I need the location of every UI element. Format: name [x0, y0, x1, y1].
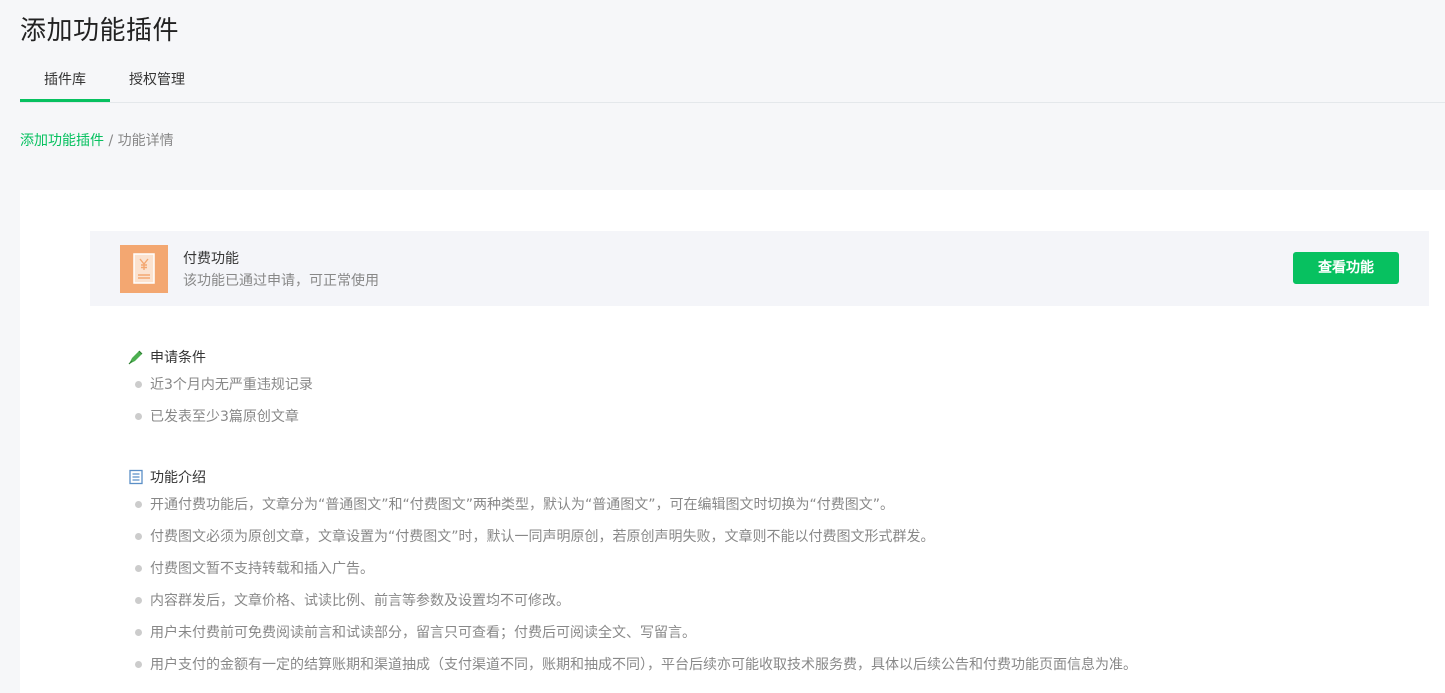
breadcrumb: 添加功能插件 / 功能详情: [20, 130, 174, 150]
plugin-name: 付费功能: [183, 251, 239, 267]
intro-list: 开通付费功能后，文章分为“普通图文”和“付费图文”两种类型，默认为“普通图文”，…: [128, 489, 1137, 681]
content-card: 付费功能 该功能已通过申请，可正常使用 查看功能 申请条件 近3个月内无严重违规…: [20, 190, 1445, 693]
section-title: 申请条件: [150, 350, 206, 366]
pen-icon: [128, 350, 143, 365]
plugin-summary-panel: 付费功能 该功能已通过申请，可正常使用 查看功能: [90, 231, 1429, 306]
list-item: 近3个月内无严重违规记录: [128, 369, 313, 401]
section-header: 申请条件: [128, 347, 313, 367]
document-icon: [129, 469, 143, 485]
plugin-status: 该功能已通过申请，可正常使用: [183, 273, 379, 289]
application-conditions-section: 申请条件 近3个月内无严重违规记录 已发表至少3篇原创文章: [128, 347, 313, 433]
bullet: [135, 565, 142, 572]
list-item: 付费图文暂不支持转载和插入广告。: [128, 553, 1137, 585]
breadcrumb-current: 功能详情: [117, 133, 174, 149]
bullet: [135, 501, 142, 508]
bullet: [135, 597, 142, 604]
bullet: [135, 661, 142, 668]
bullet: [135, 413, 142, 420]
list-item: 用户支付的金额有一定的结算账期和渠道抽成（支付渠道不同，账期和抽成不同），平台后…: [128, 649, 1137, 681]
section-header: 功能介绍: [128, 467, 1137, 487]
conditions-list: 近3个月内无严重违规记录 已发表至少3篇原创文章: [128, 369, 313, 433]
list-item: 用户未付费前可免费阅读前言和试读部分，留言只可查看；付费后可阅读全文、写留言。: [128, 617, 1137, 649]
tab-plugin-library[interactable]: 插件库: [20, 60, 110, 102]
feature-intro-section: 功能介绍 开通付费功能后，文章分为“普通图文”和“付费图文”两种类型，默认为“普…: [128, 467, 1137, 681]
yuan-receipt-icon: [120, 245, 168, 293]
list-item: 已发表至少3篇原创文章: [128, 401, 313, 433]
list-item: 付费图文必须为原创文章，文章设置为“付费图文”时，默认一同声明原创，若原创声明失…: [128, 521, 1137, 553]
view-feature-button[interactable]: 查看功能: [1293, 252, 1399, 284]
bullet: [135, 381, 142, 388]
breadcrumb-link-add-plugin[interactable]: 添加功能插件: [20, 133, 104, 149]
bullet: [135, 629, 142, 636]
breadcrumb-separator: /: [104, 133, 118, 149]
list-item: 开通付费功能后，文章分为“普通图文”和“付费图文”两种类型，默认为“普通图文”，…: [128, 489, 1137, 521]
tab-bar: 插件库 授权管理: [20, 60, 1445, 103]
list-item: 内容群发后，文章价格、试读比例、前言等参数及设置均不可修改。: [128, 585, 1137, 617]
tab-authorization-management[interactable]: 授权管理: [129, 60, 185, 102]
section-title: 功能介绍: [150, 470, 206, 486]
page-title: 添加功能插件: [20, 16, 180, 46]
bullet: [135, 533, 142, 540]
